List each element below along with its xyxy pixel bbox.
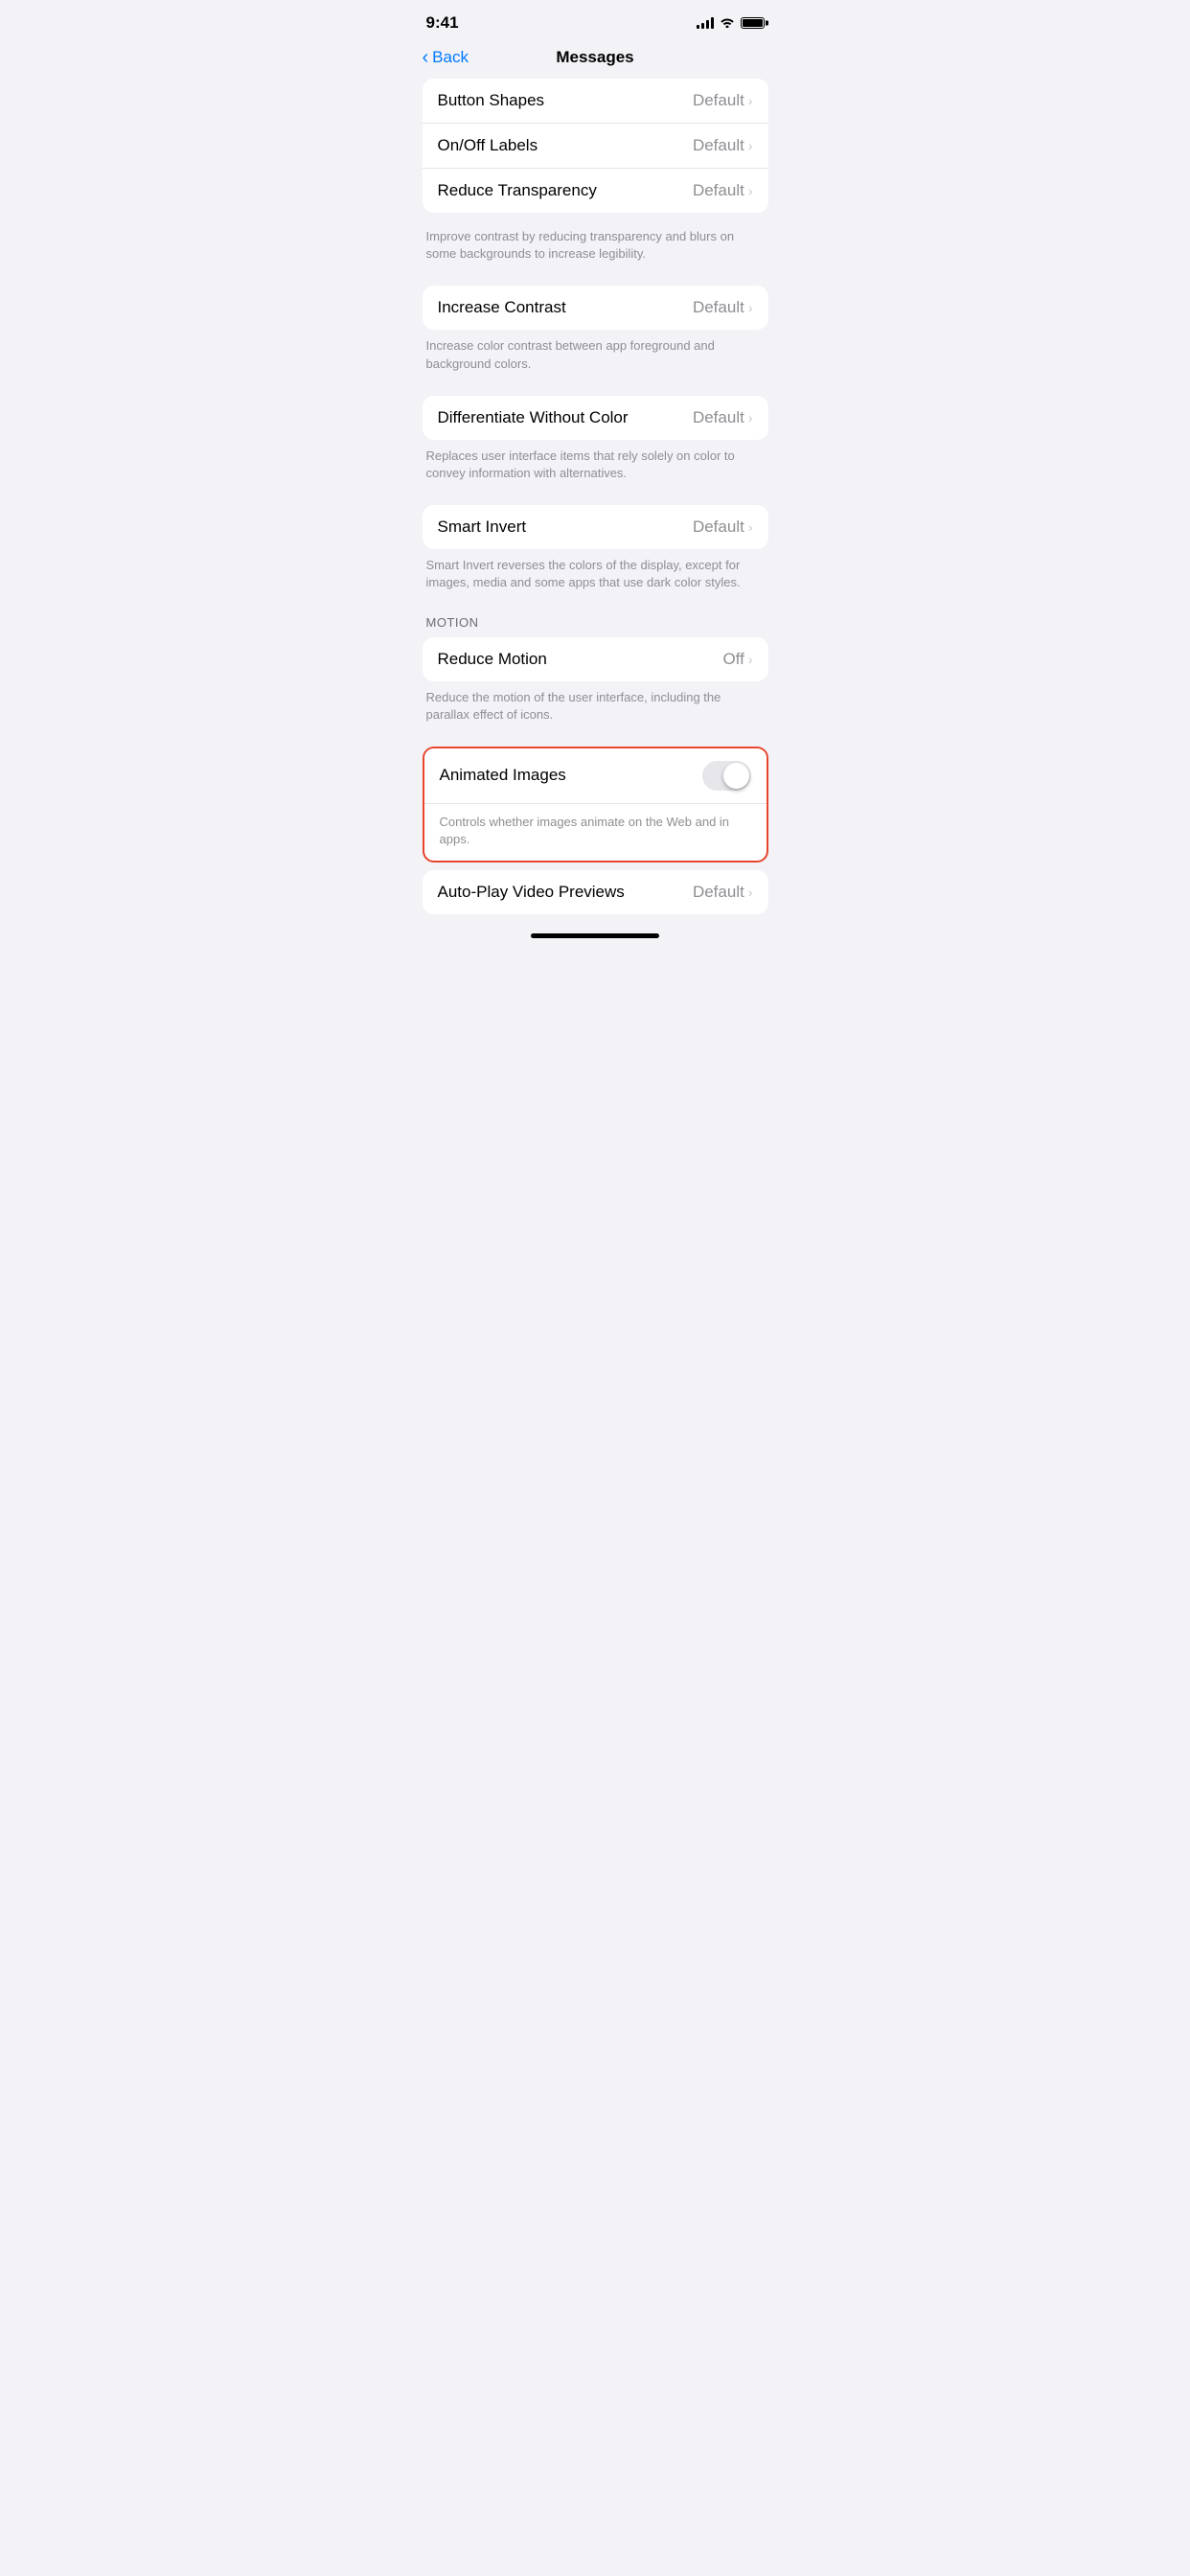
nav-bar: ‹ Back Messages [407, 40, 784, 79]
autoplay-card: Auto-Play Video Previews Default › [423, 870, 768, 914]
smart-invert-label: Smart Invert [438, 518, 527, 537]
smart-invert-card: Smart Invert Default › [423, 505, 768, 549]
reduce-motion-value: Off › [722, 650, 752, 669]
increase-contrast-chevron-icon: › [748, 300, 753, 315]
increase-contrast-description: Increase color contrast between app fore… [423, 330, 768, 387]
status-bar: 9:41 [407, 0, 784, 40]
status-time: 9:41 [426, 13, 459, 33]
onoff-labels-chevron-icon: › [748, 138, 753, 153]
animated-images-group: Animated Images Controls whether images … [423, 747, 768, 862]
motion-section: MOTION Reduce Motion Off › Reduce the mo… [423, 615, 768, 739]
motion-section-header: MOTION [423, 615, 768, 637]
reduce-transparency-label: Reduce Transparency [438, 181, 597, 200]
reduce-transparency-row[interactable]: Reduce Transparency Default › [423, 168, 768, 213]
settings-content: Button Shapes Default › On/Off Labels De… [407, 79, 784, 914]
back-button[interactable]: ‹ Back [423, 48, 469, 67]
autoplay-group: Auto-Play Video Previews Default › [423, 870, 768, 914]
animated-images-toggle[interactable] [702, 761, 751, 791]
reduce-motion-card: Reduce Motion Off › [423, 637, 768, 681]
page-title: Messages [556, 48, 633, 67]
animated-images-description: Controls whether images animate on the W… [440, 804, 751, 848]
smart-invert-group: Smart Invert Default › Smart Invert reve… [423, 505, 768, 607]
autoplay-value: Default › [693, 883, 753, 902]
button-shapes-row[interactable]: Button Shapes Default › [423, 79, 768, 123]
animated-images-row[interactable]: Animated Images [424, 748, 767, 803]
differentiate-row[interactable]: Differentiate Without Color Default › [423, 396, 768, 440]
reduce-motion-description: Reduce the motion of the user interface,… [423, 681, 768, 739]
differentiate-label: Differentiate Without Color [438, 408, 629, 427]
differentiate-group: Differentiate Without Color Default › Re… [423, 396, 768, 497]
back-chevron-icon: ‹ [423, 48, 429, 67]
differentiate-description: Replaces user interface items that rely … [423, 440, 768, 497]
onoff-labels-label: On/Off Labels [438, 136, 538, 155]
onoff-labels-value: Default › [693, 136, 753, 155]
differentiate-value: Default › [693, 408, 753, 427]
button-shapes-value: Default › [693, 91, 753, 110]
autoplay-chevron-icon: › [748, 885, 753, 900]
animated-images-card: Animated Images Controls whether images … [423, 747, 768, 862]
home-indicator [531, 933, 659, 938]
reduce-transparency-chevron-icon: › [748, 183, 753, 198]
button-shapes-label: Button Shapes [438, 91, 545, 110]
reduce-motion-label: Reduce Motion [438, 650, 547, 669]
toggle-knob [723, 763, 749, 789]
differentiate-card: Differentiate Without Color Default › [423, 396, 768, 440]
reduce-transparency-value: Default › [693, 181, 753, 200]
wifi-icon [720, 15, 735, 31]
increase-contrast-label: Increase Contrast [438, 298, 566, 317]
increase-contrast-card: Increase Contrast Default › [423, 286, 768, 330]
autoplay-label: Auto-Play Video Previews [438, 883, 625, 902]
increase-contrast-group: Increase Contrast Default › Increase col… [423, 286, 768, 387]
status-icons [697, 15, 765, 31]
reduce-transparency-description: Improve contrast by reducing transparenc… [423, 220, 768, 278]
differentiate-chevron-icon: › [748, 410, 753, 426]
button-shapes-chevron-icon: › [748, 93, 753, 108]
smart-invert-description: Smart Invert reverses the colors of the … [423, 549, 768, 607]
smart-invert-value: Default › [693, 518, 753, 537]
top-settings-group: Button Shapes Default › On/Off Labels De… [423, 79, 768, 278]
onoff-labels-row[interactable]: On/Off Labels Default › [423, 123, 768, 168]
increase-contrast-value: Default › [693, 298, 753, 317]
smart-invert-chevron-icon: › [748, 519, 753, 535]
battery-icon [741, 17, 765, 29]
autoplay-row[interactable]: Auto-Play Video Previews Default › [423, 870, 768, 914]
reduce-motion-row[interactable]: Reduce Motion Off › [423, 637, 768, 681]
animated-images-label: Animated Images [440, 766, 566, 785]
smart-invert-row[interactable]: Smart Invert Default › [423, 505, 768, 549]
increase-contrast-row[interactable]: Increase Contrast Default › [423, 286, 768, 330]
back-label: Back [432, 48, 469, 67]
signal-bars-icon [697, 17, 714, 29]
top-settings-card: Button Shapes Default › On/Off Labels De… [423, 79, 768, 213]
reduce-motion-chevron-icon: › [748, 652, 753, 667]
